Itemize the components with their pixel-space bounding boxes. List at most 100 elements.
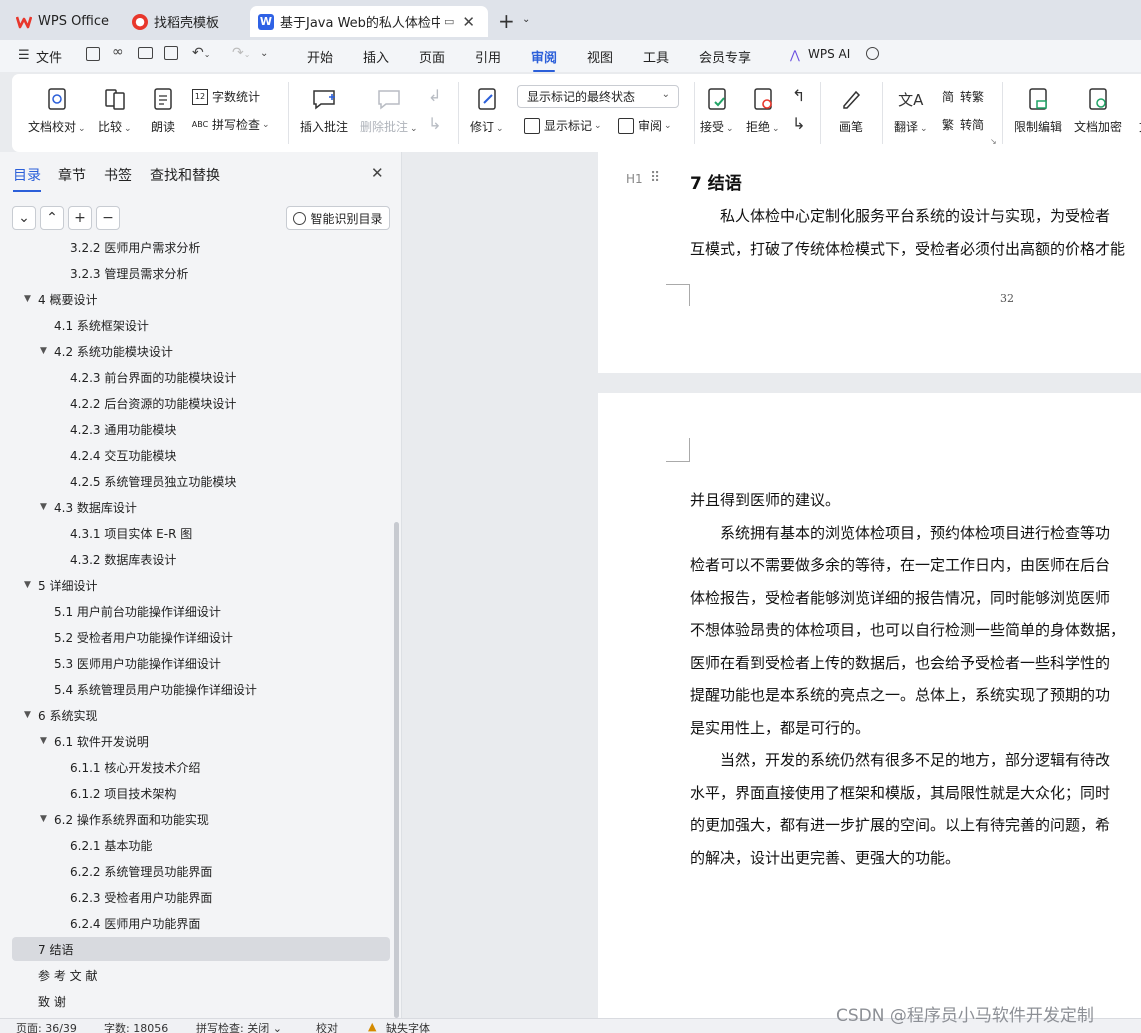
toc-item[interactable]: 6.2.1 基本功能 (12, 833, 390, 857)
save-icon[interactable] (86, 47, 100, 61)
search-icon[interactable] (866, 47, 879, 60)
spell-check-indicator[interactable]: 拼写检查: 关闭 ⌄ (196, 1020, 282, 1033)
toc-item[interactable]: ▼ 6 系统实现 (12, 703, 390, 727)
doc-check-button[interactable]: 文档校对 ⌄ (28, 86, 86, 135)
show-markup-button[interactable]: 显示标记 ⌄ (524, 117, 602, 134)
page-indicator[interactable]: 页面: 36/39 (16, 1020, 77, 1033)
toc-item[interactable]: 5.2 受检者用户功能操作详细设计 (12, 625, 390, 649)
word-count-button[interactable]: 12 字数统计 (192, 88, 260, 105)
toc-item[interactable]: 6.2.2 系统管理员功能界面 (12, 859, 390, 883)
translate-button[interactable]: 文A 翻译 ⌄ (894, 86, 928, 135)
tab-list-chevron-icon[interactable]: ⌄ (522, 14, 530, 25)
toc-item[interactable]: 3.2.2 医师用户需求分析 (12, 240, 390, 259)
toc-item[interactable]: 4.1 系统框架设计 (12, 313, 390, 337)
toc-item[interactable]: 4.3.2 数据库表设计 (12, 547, 390, 571)
review-pane-button[interactable]: 审阅 ⌄ (618, 117, 672, 134)
hamburger-icon[interactable]: ☰ (18, 48, 30, 63)
close-tab-icon[interactable]: ✕ (462, 13, 475, 31)
accept-button[interactable]: 接受 ⌄ (700, 86, 734, 135)
menu-review[interactable]: 审阅 (531, 47, 557, 72)
toc-item[interactable]: 5.1 用户前台功能操作详细设计 (12, 599, 390, 623)
display-state-select[interactable]: 显示标记的最终状态 ⌄ (517, 85, 679, 108)
toc-scrollbar[interactable] (394, 522, 399, 1018)
next-comment-icon[interactable]: ↳ (428, 114, 441, 133)
quick-access-chevron-icon[interactable]: ⌄ (260, 48, 268, 59)
menu-page[interactable]: 页面 (419, 47, 445, 66)
expand-up-button[interactable]: ⌃ (40, 206, 64, 230)
toc-item[interactable]: ▼ 4.2 系统功能模块设计 (12, 339, 390, 363)
toc-item[interactable]: 4.2.5 系统管理员独立功能模块 (12, 469, 390, 493)
toc-item[interactable]: ▼ 6.2 操作系统界面和功能实现 (12, 807, 390, 831)
toc-item[interactable]: 7 结语 (12, 937, 390, 961)
reject-button[interactable]: 拒绝 ⌄ (746, 86, 780, 135)
dialog-launcher-icon[interactable]: ↘ (990, 137, 997, 146)
menu-view[interactable]: 视图 (587, 47, 613, 66)
tab-wps-office[interactable]: WPS Office (8, 6, 120, 37)
toc-item[interactable]: 4.3.1 项目实体 E-R 图 (12, 521, 390, 545)
toc-item[interactable]: 6.1.2 项目技术架构 (12, 781, 390, 805)
nav-tab-sections[interactable]: 章节 (58, 165, 86, 185)
menu-references[interactable]: 引用 (475, 47, 501, 66)
previous-change-icon[interactable]: ↰ (792, 86, 805, 105)
expand-triangle-icon[interactable]: ▼ (40, 736, 47, 746)
menu-wps-ai[interactable]: WPS AI (808, 47, 850, 61)
new-tab-button[interactable]: + (498, 9, 515, 33)
toc-item[interactable]: 致 谢 (12, 989, 390, 1013)
toc-item[interactable]: 6.2.3 受检者用户功能界面 (12, 885, 390, 909)
expand-triangle-icon[interactable]: ▼ (40, 814, 47, 824)
add-heading-button[interactable]: + (68, 206, 92, 230)
revise-button[interactable]: 修订 ⌄ (470, 86, 504, 135)
expand-triangle-icon[interactable]: ▼ (24, 580, 31, 590)
nav-tab-bookmarks[interactable]: 书签 (104, 165, 132, 185)
tab-current-document[interactable]: W 基于Java Web的私人体检中心 ▭ ✕ (250, 6, 488, 37)
word-count-indicator[interactable]: 字数: 18056 (104, 1020, 168, 1033)
drag-handle-icon[interactable]: ⠿ (650, 170, 660, 186)
print-icon[interactable] (138, 47, 153, 59)
restrict-edit-button[interactable]: 限制编辑 (1014, 86, 1062, 135)
expand-triangle-icon[interactable]: ▼ (24, 710, 31, 720)
to-simplified-button[interactable]: 繁 转简 (940, 116, 984, 133)
spell-check-button[interactable]: ABC 拼写检查 ⌄ (192, 116, 270, 133)
redo-icon[interactable]: ↷⌄ (232, 45, 250, 61)
menu-tools[interactable]: 工具 (643, 47, 669, 66)
pen-button[interactable]: 画笔 (838, 86, 864, 135)
remove-heading-button[interactable]: − (96, 206, 120, 230)
toc-item[interactable]: 参 考 文 献 (12, 963, 390, 987)
toc-item[interactable]: 3.2.3 管理员需求分析 (12, 261, 390, 285)
toc-item[interactable]: 4.2.3 前台界面的功能模块设计 (12, 365, 390, 389)
toc-item[interactable]: 5.4 系统管理员用户功能操作详细设计 (12, 677, 390, 701)
menu-insert[interactable]: 插入 (363, 47, 389, 66)
next-change-icon[interactable]: ↳ (792, 114, 805, 133)
menu-membership[interactable]: 会员专享 (699, 47, 751, 66)
more-ribbon-button[interactable]: 文 (1132, 86, 1141, 135)
expand-triangle-icon[interactable]: ▼ (24, 294, 31, 304)
proof-indicator[interactable]: 校对 (316, 1020, 338, 1033)
tab-template-store[interactable]: ● 找稻壳模板 (124, 6, 244, 37)
menu-file[interactable]: 文件 (36, 47, 62, 66)
to-traditional-button[interactable]: 简 转繁 (940, 88, 984, 105)
smart-toc-button[interactable]: 智能识别目录 (286, 206, 390, 230)
share-link-icon[interactable]: ∞ (112, 44, 124, 60)
compare-button[interactable]: 比较 ⌄ (98, 86, 132, 135)
previous-comment-icon[interactable]: ↲ (428, 86, 441, 105)
toc-item[interactable]: 4.2.4 交互功能模块 (12, 443, 390, 467)
toc-item[interactable]: ▼ 5 详细设计 (12, 573, 390, 597)
toc-item[interactable]: ▼ 6.1 软件开发说明 (12, 729, 390, 753)
close-pane-icon[interactable]: ✕ (371, 164, 384, 182)
print-preview-icon[interactable] (164, 46, 178, 60)
toc-item[interactable]: 6.1.1 核心开发技术介绍 (12, 755, 390, 779)
doc-encrypt-button[interactable]: 文档加密 (1074, 86, 1122, 135)
toc-item[interactable]: 4.2.2 后台资源的功能模块设计 (12, 391, 390, 415)
read-aloud-button[interactable]: 朗读 (150, 86, 176, 135)
toc-item[interactable]: ▼ 4.3 数据库设计 (12, 495, 390, 519)
toc-item[interactable]: ▼ 4 概要设计 (12, 287, 390, 311)
expand-triangle-icon[interactable]: ▼ (40, 502, 47, 512)
undo-icon[interactable]: ↶⌄ (192, 45, 210, 61)
nav-tab-find-replace[interactable]: 查找和替换 (150, 165, 220, 185)
toc-item[interactable]: 5.3 医师用户功能操作详细设计 (12, 651, 390, 675)
nav-tab-toc[interactable]: 目录 (13, 165, 41, 192)
menu-home[interactable]: 开始 (307, 47, 333, 66)
collapse-all-button[interactable]: ⌄ (12, 206, 36, 230)
toc-item[interactable]: 6.2.4 医师用户功能界面 (12, 911, 390, 935)
expand-triangle-icon[interactable]: ▼ (40, 346, 47, 356)
